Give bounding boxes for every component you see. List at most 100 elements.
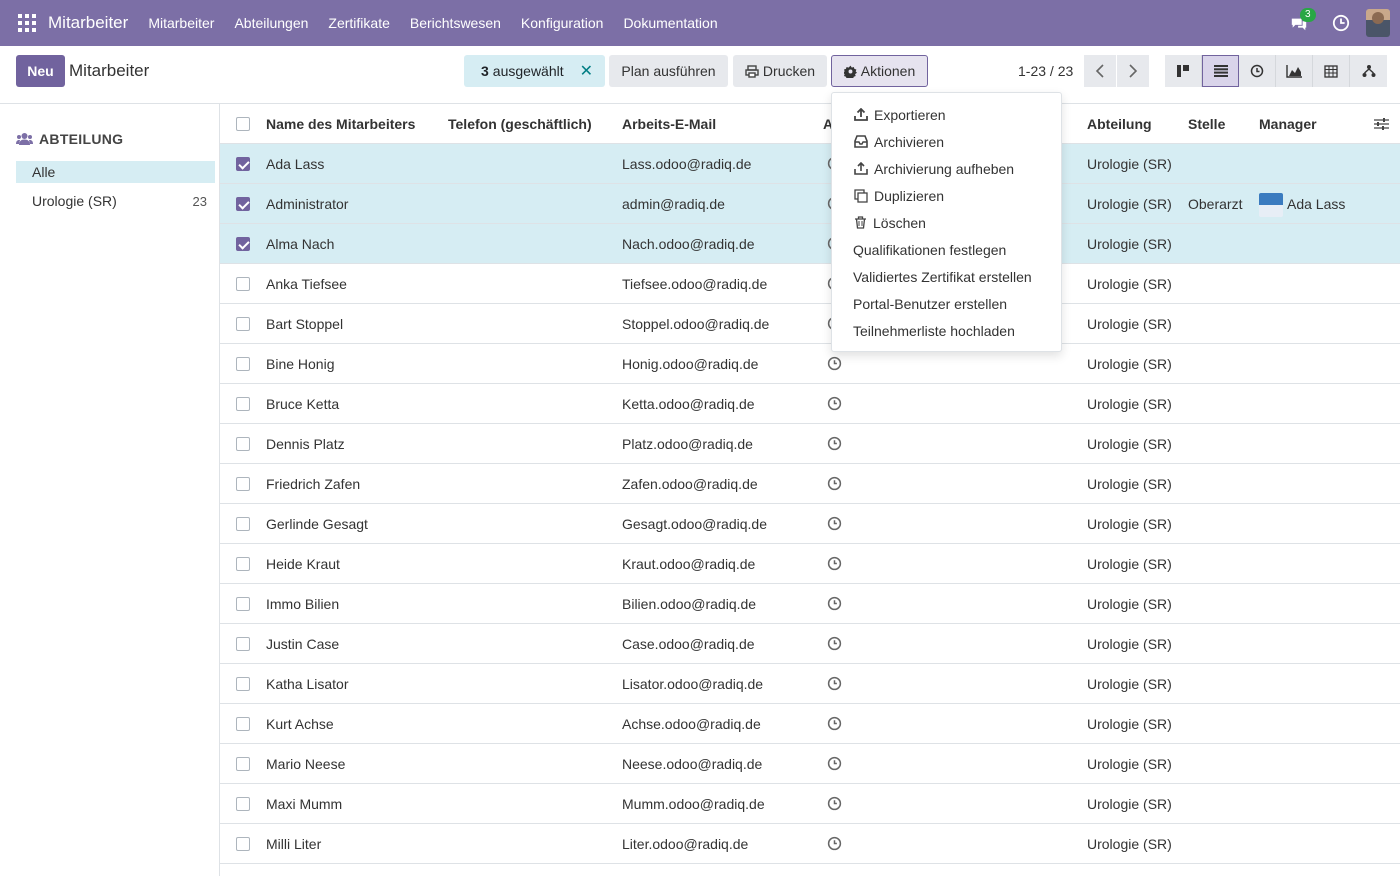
menu-mitarbeiter[interactable]: Mitarbeiter — [148, 15, 214, 31]
header-job[interactable]: Stelle — [1188, 116, 1225, 132]
row-checkbox[interactable] — [236, 837, 250, 851]
menu-abteilungen[interactable]: Abteilungen — [234, 15, 308, 31]
menu-konfiguration[interactable]: Konfiguration — [521, 15, 604, 31]
plan-button[interactable]: Plan ausführen — [609, 55, 728, 87]
activity-clock-icon[interactable] — [827, 596, 842, 611]
activity-clock-icon[interactable] — [827, 836, 842, 851]
view-hierarchy-button[interactable] — [1350, 55, 1387, 87]
row-checkbox[interactable] — [236, 677, 250, 691]
activity-clock-icon[interactable] — [827, 636, 842, 651]
view-graph-button[interactable] — [1276, 55, 1313, 87]
row-checkbox[interactable] — [236, 597, 250, 611]
activity-clock-icon[interactable] — [827, 436, 842, 451]
user-avatar[interactable] — [1366, 9, 1390, 37]
table-icon — [1324, 64, 1338, 78]
print-label: Drucken — [762, 63, 816, 79]
table-row[interactable]: Immo Bilien Bilien.odoo@radiq.de Urologie … — [220, 584, 1400, 624]
menu-zertifikate[interactable]: Zertifikate — [328, 15, 389, 31]
row-checkbox[interactable] — [236, 317, 250, 331]
row-checkbox[interactable] — [236, 557, 250, 571]
table-row[interactable]: Bruce Ketta Ketta.odoo@radiq.de Urologie (… — [220, 384, 1400, 424]
pager-value[interactable]: 1-23 / 23 — [1018, 63, 1073, 79]
header-name[interactable]: Name des Mitarbeiters — [266, 116, 415, 132]
pager-next-button[interactable] — [1117, 55, 1149, 87]
table-row[interactable]: Friedrich Zafen Zafen.odoo@radiq.de Urolog… — [220, 464, 1400, 504]
sidebar-item-alle[interactable]: Alle — [16, 161, 215, 183]
menu-berichtswesen[interactable]: Berichtswesen — [410, 15, 501, 31]
header-manager[interactable]: Manager — [1259, 116, 1317, 132]
trash-icon — [855, 216, 866, 229]
activity-clock-icon[interactable] — [827, 556, 842, 571]
print-button[interactable]: Drucken — [733, 55, 827, 87]
action-label: Exportieren — [874, 106, 946, 123]
table-row[interactable]: Kurt Achse Achse.odoo@radiq.de Urologie (S… — [220, 704, 1400, 744]
row-checkbox[interactable] — [236, 757, 250, 771]
table-row[interactable]: Heide Kraut Kraut.odoo@radiq.de Urologie (… — [220, 544, 1400, 584]
row-checkbox[interactable] — [236, 797, 250, 811]
activity-clock-icon[interactable] — [827, 356, 842, 371]
row-checkbox[interactable] — [236, 397, 250, 411]
action-export[interactable]: Exportieren — [832, 101, 1061, 128]
employee-email: Zafen.odoo@radiq.de — [622, 476, 758, 492]
table-row[interactable]: Administrator admin@radiq.de Urologie (SR)… — [220, 184, 1400, 224]
row-checkbox[interactable] — [236, 637, 250, 651]
column-settings-icon[interactable] — [1374, 117, 1389, 131]
menu-dokumentation[interactable]: Dokumentation — [623, 15, 717, 31]
action-archive[interactable]: Archivieren — [832, 128, 1061, 155]
activity-clock-icon[interactable] — [827, 516, 842, 531]
table-row[interactable]: Mario Neese Neese.odoo@radiq.de Urologie (… — [220, 744, 1400, 784]
row-checkbox[interactable] — [236, 157, 250, 171]
chat-icon[interactable]: 3 — [1290, 8, 1316, 34]
pager-previous-button[interactable] — [1084, 55, 1116, 87]
action-create-portal-user[interactable]: Portal-Benutzer erstellen — [832, 290, 1061, 317]
action-set-qualifications[interactable]: Qualifikationen festlegen — [832, 236, 1061, 263]
view-kanban-button[interactable] — [1165, 55, 1202, 87]
select-all-checkbox[interactable] — [236, 117, 250, 131]
table-row[interactable]: Dennis Platz Platz.odoo@radiq.de Urologie … — [220, 424, 1400, 464]
action-create-certificate[interactable]: Validiertes Zertifikat erstellen — [832, 263, 1061, 290]
table-row[interactable]: Bine Honig Honig.odoo@radiq.de Urologie (S… — [220, 344, 1400, 384]
new-button[interactable]: Neu — [16, 55, 65, 87]
activity-clock-icon[interactable] — [827, 396, 842, 411]
row-checkbox[interactable] — [236, 197, 250, 211]
row-checkbox[interactable] — [236, 517, 250, 531]
clear-selection-icon[interactable]: ✕ — [580, 61, 593, 81]
activity-clock-icon[interactable] — [827, 676, 842, 691]
app-brand[interactable]: Mitarbeiter — [48, 13, 128, 33]
table-row[interactable]: Gerlinde Gesagt Gesagt.odoo@radiq.de Urolo… — [220, 504, 1400, 544]
header-phone[interactable]: Telefon (geschäftlich) — [448, 116, 592, 132]
activity-clock-icon[interactable] — [827, 476, 842, 491]
activity-clock-icon[interactable] — [827, 716, 842, 731]
page-title[interactable]: Mitarbeiter — [69, 61, 149, 81]
row-checkbox[interactable] — [236, 437, 250, 451]
row-checkbox[interactable] — [236, 717, 250, 731]
header-department[interactable]: Abteilung — [1087, 116, 1152, 132]
row-checkbox[interactable] — [236, 277, 250, 291]
actions-button[interactable]: Aktionen — [831, 55, 928, 87]
activity-clock-icon[interactable] — [1332, 14, 1350, 32]
action-upload-participants[interactable]: Teilnehmerliste hochladen — [832, 317, 1061, 344]
table-row[interactable]: Ada Lass Lass.odoo@radiq.de Urologie (SR) — [220, 144, 1400, 184]
employee-department: Urologie (SR) — [1087, 676, 1172, 692]
table-row[interactable]: Bart Stoppel Stoppel.odoo@radiq.de Urologi… — [220, 304, 1400, 344]
activity-clock-icon[interactable] — [827, 756, 842, 771]
table-row[interactable]: Maxi Mumm Mumm.odoo@radiq.de Urologie (SR) — [220, 784, 1400, 824]
row-checkbox[interactable] — [236, 357, 250, 371]
row-checkbox[interactable] — [236, 237, 250, 251]
view-activity-button[interactable] — [1239, 55, 1276, 87]
activity-clock-icon[interactable] — [827, 796, 842, 811]
view-list-button[interactable] — [1202, 55, 1239, 87]
table-row[interactable]: Milli Liter Liter.odoo@radiq.de Urologie (… — [220, 824, 1400, 864]
table-row[interactable]: Anka Tiefsee Tiefsee.odoo@radiq.de Urologi… — [220, 264, 1400, 304]
row-checkbox[interactable] — [236, 477, 250, 491]
action-duplicate[interactable]: Duplizieren — [832, 182, 1061, 209]
table-row[interactable]: Alma Nach Nach.odoo@radiq.de Urologie (SR) — [220, 224, 1400, 264]
action-delete[interactable]: Löschen — [832, 209, 1061, 236]
action-unarchive[interactable]: Archivierung aufheben — [832, 155, 1061, 182]
apps-grid-icon[interactable] — [18, 14, 36, 32]
header-email[interactable]: Arbeits-E-Mail — [622, 116, 716, 132]
table-row[interactable]: Justin Case Case.odoo@radiq.de Urologie (S… — [220, 624, 1400, 664]
view-pivot-button[interactable] — [1313, 55, 1350, 87]
table-row[interactable]: Katha Lisator Lisator.odoo@radiq.de Urolog… — [220, 664, 1400, 704]
sidebar-item-urologie[interactable]: Urologie (SR) 23 — [16, 190, 215, 212]
